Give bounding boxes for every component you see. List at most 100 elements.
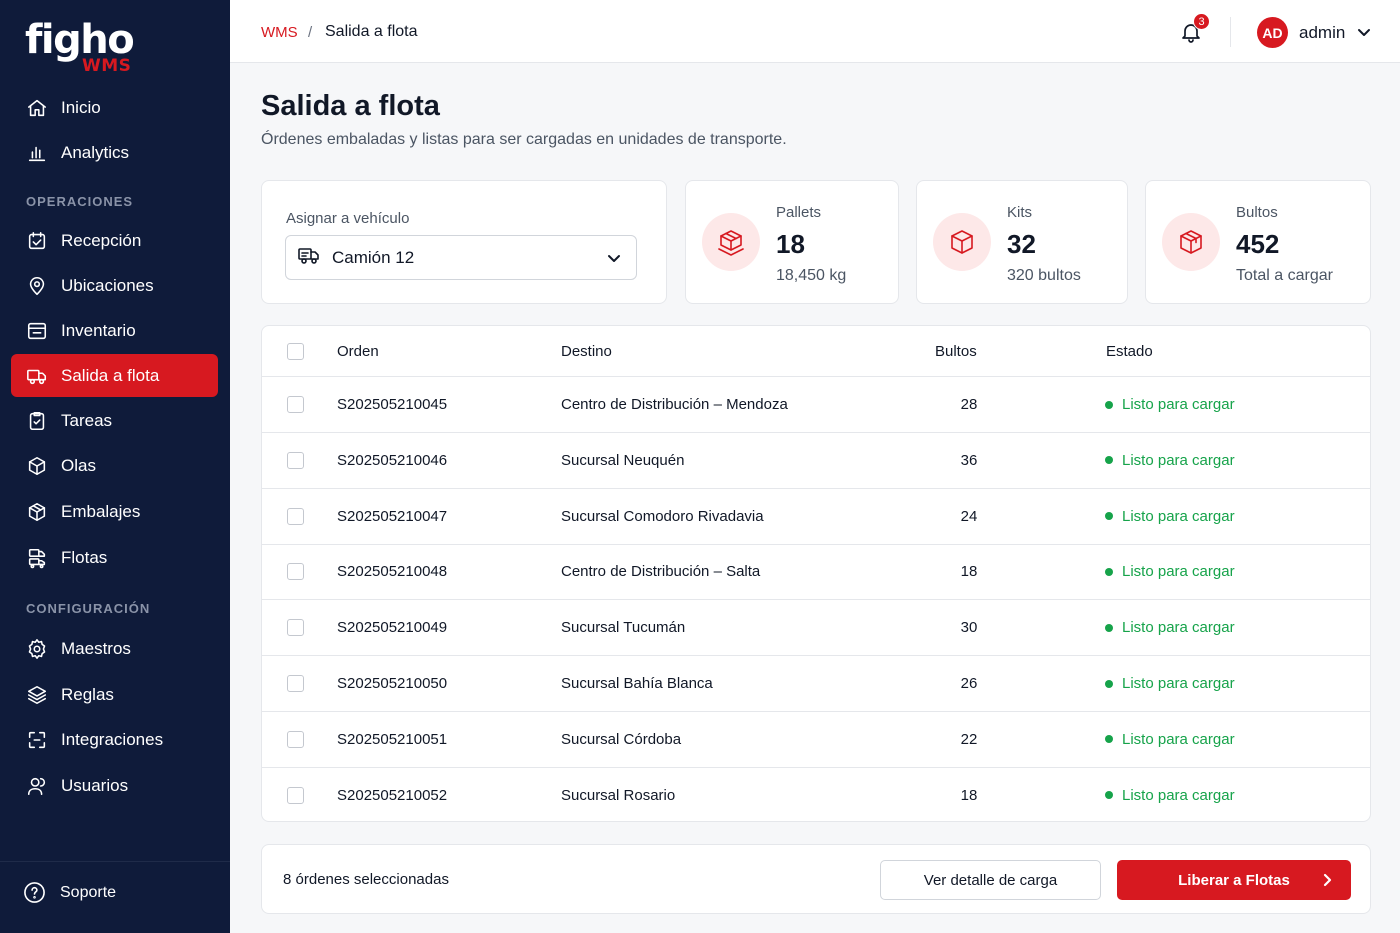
sidebar-item-analytics[interactable]: Analytics: [11, 131, 218, 174]
bultos-count: 26: [960, 675, 978, 692]
breadcrumb-root[interactable]: WMS: [261, 24, 298, 41]
status-label: Listo para cargar: [1122, 730, 1235, 748]
destination: Centro de Distribución – Mendoza: [561, 396, 788, 413]
status-label: Listo para cargar: [1122, 451, 1235, 469]
row-checkbox[interactable]: [287, 507, 304, 525]
order-id[interactable]: S202505210052: [337, 768, 447, 821]
sidebar-item-flotas[interactable]: Flotas: [11, 536, 218, 579]
sidebar-item-ubicaciones[interactable]: Ubicaciones: [11, 264, 218, 307]
sidebar-item-salida-a-flota[interactable]: Salida a flota: [11, 354, 218, 397]
row-checkbox[interactable]: [287, 786, 304, 804]
selection-footer: 8 órdenes seleccionadas Ver detalle de c…: [261, 844, 1371, 914]
sidebar-item-label: Usuarios: [61, 775, 129, 795]
logo[interactable]: figho WMS: [25, 14, 135, 76]
select-all-checkbox[interactable]: [287, 343, 304, 360]
avatar[interactable]: AD: [1257, 17, 1288, 48]
vehicle-select-value: Camión 12: [332, 247, 415, 267]
vehicle-select[interactable]: Camión 12: [285, 235, 637, 280]
chevron-right-icon: [1319, 872, 1335, 888]
sidebar-item-label: Recepción: [61, 230, 142, 250]
sidebar-divider: [0, 861, 230, 862]
bultos-count: 30: [960, 619, 978, 637]
sidebar-item-reglas[interactable]: Reglas: [11, 673, 218, 716]
order-id[interactable]: S202505210051: [337, 712, 447, 767]
sidebar-item-label: Ubicaciones: [61, 275, 154, 295]
order-id[interactable]: S202505210049: [337, 600, 447, 655]
row-checkbox[interactable]: [287, 730, 304, 748]
sidebar-item-label: Tareas: [61, 410, 113, 430]
map-pin-icon: [26, 275, 48, 297]
release-to-fleet-button[interactable]: Liberar a Flotas: [1117, 860, 1351, 900]
bultos-count: 28: [960, 396, 978, 413]
status-dot: [1105, 567, 1113, 576]
sidebar-item-integraciones[interactable]: Integraciones: [11, 718, 218, 761]
selected-count: 8 órdenes seleccionadas: [283, 871, 449, 888]
box-icon: [26, 455, 48, 477]
order-id[interactable]: S202505210048: [337, 544, 447, 599]
sidebar-item-label: Integraciones: [61, 729, 164, 749]
sidebar-item-inicio[interactable]: Inicio: [11, 86, 218, 129]
sidebar-item-usuarios[interactable]: Usuarios: [11, 764, 218, 807]
bultos-count: 22: [960, 730, 978, 748]
user-name[interactable]: admin: [1299, 23, 1345, 43]
status-badge: Listo para cargar: [1105, 489, 1235, 544]
table-row[interactable]: S202505210051 Sucursal Córdoba 22 Listo par…: [262, 712, 1370, 768]
chevron-down-icon[interactable]: [1356, 24, 1372, 40]
sidebar-item-embalajes[interactable]: Embalajes: [11, 490, 218, 533]
row-checkbox[interactable]: [287, 563, 304, 581]
sidebar-item-label: Reglas: [61, 684, 114, 704]
rules-icon: [26, 684, 48, 706]
table-row[interactable]: S202505210046 Sucursal Neuquén 36 Listo par…: [262, 433, 1370, 489]
package-icon: [26, 501, 48, 523]
status-badge: Listo para cargar: [1105, 768, 1235, 821]
order-id[interactable]: S202505210047: [337, 489, 447, 544]
table-row[interactable]: S202505210045 Centro de Distribución – Me…: [262, 377, 1370, 433]
destination: Centro de Distribución – Salta: [561, 563, 761, 581]
sidebar-item-label: Maestros: [61, 638, 131, 658]
gear-icon: [26, 638, 48, 660]
column-header-bultos[interactable]: Bultos: [935, 326, 977, 377]
row-checkbox[interactable]: [287, 396, 304, 413]
support-link[interactable]: Soporte: [23, 881, 116, 904]
receiving-icon: [26, 230, 48, 252]
row-checkbox[interactable]: [287, 451, 304, 469]
sidebar-item-tareas[interactable]: Tareas: [11, 399, 218, 442]
assign-vehicle-card: Asignar a vehículo Camión 12: [261, 180, 667, 304]
breadcrumb-current: Salida a flota: [325, 23, 418, 40]
column-header-orden[interactable]: Orden: [337, 326, 379, 377]
view-load-detail-button[interactable]: Ver detalle de carga: [880, 860, 1101, 900]
sidebar-item-olas[interactable]: Olas: [11, 444, 218, 487]
sidebar: figho WMS Inicio Analytics OPERACIONES R…: [0, 0, 230, 933]
status-label: Listo para cargar: [1122, 675, 1235, 692]
bar-chart-icon: [26, 142, 48, 164]
table-row[interactable]: S202505210050 Sucursal Bahía Blanca 26 List…: [262, 656, 1370, 712]
status-badge: Listo para cargar: [1105, 377, 1235, 432]
table-row[interactable]: S202505210048 Centro de Distribución – Sa…: [262, 544, 1370, 601]
order-id[interactable]: S202505210050: [337, 656, 447, 711]
row-checkbox[interactable]: [287, 675, 304, 692]
column-header-estado[interactable]: Estado: [1106, 326, 1153, 377]
breadcrumb-separator: /: [308, 24, 313, 41]
bultos-count: 18: [960, 563, 978, 581]
table-row[interactable]: S202505210047 Sucursal Comodoro Rivadavia…: [262, 489, 1370, 545]
sidebar-item-maestros[interactable]: Maestros: [11, 627, 218, 670]
assign-vehicle-label: Asignar a vehículo: [286, 210, 410, 227]
destination: Sucursal Tucumán: [561, 619, 686, 637]
status-dot: [1105, 456, 1113, 465]
sidebar-item-recepcion[interactable]: Recepción: [11, 219, 218, 262]
bultos-count: 24: [960, 507, 978, 525]
order-id[interactable]: S202505210045: [337, 377, 447, 432]
truck-icon: [297, 243, 321, 272]
logo-sub: WMS: [82, 56, 132, 76]
column-header-destino[interactable]: Destino: [561, 326, 612, 377]
bultos-count: 36: [960, 451, 978, 469]
row-checkbox[interactable]: [287, 619, 304, 637]
sidebar-item-inventario[interactable]: Inventario: [11, 309, 218, 352]
order-id[interactable]: S202505210046: [337, 433, 447, 488]
status-dot: [1105, 791, 1113, 800]
support-label: Soporte: [60, 883, 117, 901]
users-icon: [26, 775, 48, 797]
stat-card-pallets: Pallets 18 18,450 kg: [685, 180, 899, 304]
table-row[interactable]: S202505210049 Sucursal Tucumán 30 Listo par…: [262, 600, 1370, 657]
table-row[interactable]: S202505210052 Sucursal Rosario 18 Listo par…: [262, 768, 1370, 821]
